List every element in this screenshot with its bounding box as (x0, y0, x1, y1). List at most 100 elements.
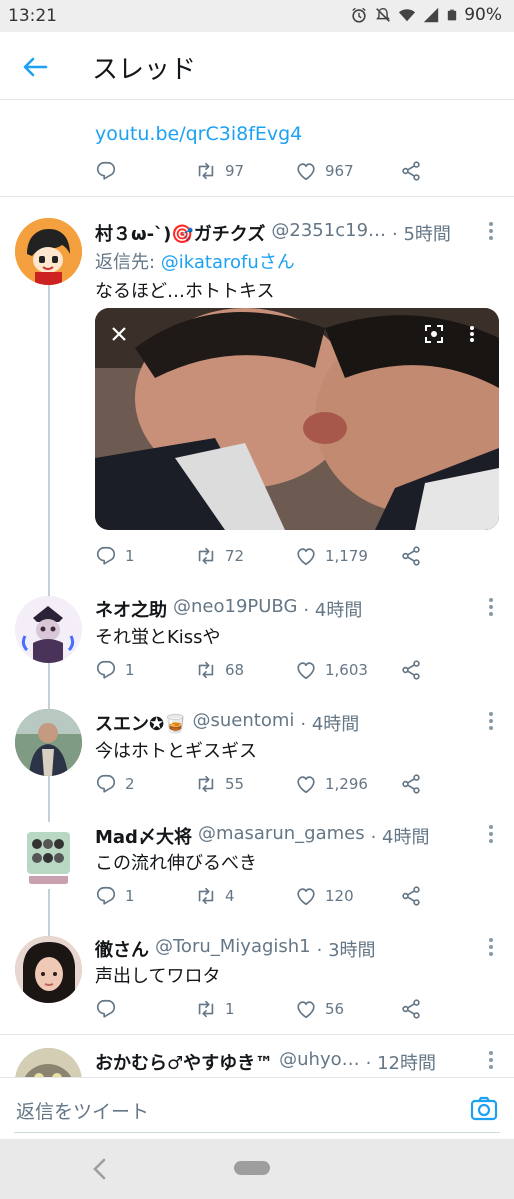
tweet-time[interactable]: · 5時間 (392, 220, 451, 246)
reply-button[interactable]: 1 (95, 659, 195, 681)
battery-level: 90% (464, 5, 502, 25)
retweet-button[interactable]: 97 (195, 160, 295, 182)
photo-more-icon[interactable] (469, 325, 475, 343)
share-button[interactable] (400, 998, 430, 1020)
retweet-button[interactable]: 4 (195, 885, 295, 907)
retweet-icon (198, 162, 214, 180)
tweet-header: おかむら♂やすゆき™ @uhyo… · 12時間 (95, 1049, 474, 1075)
display-name[interactable]: 村３ω-`)🎯ガチクズ (95, 220, 265, 246)
share-icon (402, 546, 420, 566)
reply-icon (96, 660, 116, 679)
avatar[interactable] (15, 936, 82, 1003)
back-arrow-icon[interactable] (20, 52, 50, 82)
tweet-actions: 1 56 (95, 998, 435, 1020)
top-tweet-actions: 97 967 (95, 160, 435, 182)
like-button[interactable]: 120 (295, 885, 400, 907)
reply-to-mention[interactable]: @ikatarofuさん (161, 252, 295, 273)
more-icon[interactable] (488, 825, 494, 843)
share-button[interactable] (400, 773, 430, 795)
tweet-actions: 2 55 1,296 (95, 773, 435, 795)
tweet-text: 声出してワロタ (95, 966, 221, 987)
like-button[interactable]: 1,603 (295, 659, 400, 681)
share-icon (402, 774, 420, 794)
user-handle[interactable]: @masarun_games (198, 823, 365, 849)
like-icon (297, 662, 315, 680)
display-name[interactable]: 徹さん (95, 936, 149, 962)
user-handle[interactable]: @neo19PUBG (173, 596, 297, 622)
user-handle[interactable]: @2351c19… (271, 220, 386, 246)
reply-button[interactable] (95, 160, 195, 182)
close-icon[interactable] (111, 326, 127, 342)
share-button[interactable] (400, 659, 430, 681)
retweet-button[interactable]: 68 (195, 659, 295, 681)
like-icon (297, 776, 315, 794)
more-icon[interactable] (488, 222, 494, 240)
tweet-time[interactable]: · 12時間 (366, 1049, 436, 1075)
retweet-button[interactable]: 55 (195, 773, 295, 795)
avatar-illustration (15, 218, 82, 285)
retweet-button[interactable]: 1 (195, 998, 295, 1020)
share-button[interactable] (400, 885, 430, 907)
scan-icon[interactable] (425, 325, 443, 343)
retweet-button[interactable]: 72 (195, 545, 295, 567)
avatar-photo (15, 936, 82, 1003)
status-icons: 90% (350, 5, 502, 25)
tweet-time[interactable]: · 3時間 (317, 936, 376, 962)
avatar-illustration (15, 596, 82, 663)
reply-button[interactable] (95, 998, 195, 1020)
camera-icon[interactable] (470, 1094, 498, 1122)
tweet-time[interactable]: · 4時間 (300, 710, 359, 736)
share-button[interactable] (400, 160, 430, 182)
avatar[interactable] (15, 709, 82, 776)
avatar[interactable] (15, 218, 82, 285)
tweet-header: スエン✪🥃 @suentomi · 4時間 (95, 710, 474, 736)
tweet-header: Mad〆大将 @masarun_games · 4時間 (95, 823, 474, 849)
user-handle[interactable]: @Toru_Miyagish1 (155, 936, 311, 962)
more-icon[interactable] (488, 1051, 494, 1069)
status-bar: 13:21 90% (0, 0, 514, 32)
reply-button[interactable]: 2 (95, 773, 195, 795)
like-icon (297, 1001, 315, 1019)
more-icon[interactable] (488, 598, 494, 616)
tweet-header: 村３ω-`)🎯ガチクズ @2351c19… · 5時間 (95, 220, 474, 246)
user-handle[interactable]: @suentomi (193, 710, 295, 736)
share-button[interactable] (400, 545, 430, 567)
display-name[interactable]: おかむら♂やすゆき™ (95, 1049, 273, 1075)
reply-icon (96, 161, 116, 180)
system-back-icon[interactable] (90, 1157, 110, 1181)
home-pill[interactable] (234, 1161, 270, 1175)
tweet-text: 今はホトとギスギス (95, 741, 257, 762)
reply-button[interactable]: 1 (95, 545, 195, 567)
display-name[interactable]: スエン✪🥃 (95, 710, 187, 736)
display-name[interactable]: ネオ之助 (95, 596, 167, 622)
reply-button[interactable]: 1 (95, 885, 195, 907)
like-button[interactable]: 967 (295, 160, 400, 182)
divider (0, 196, 514, 197)
like-icon (297, 888, 315, 906)
like-button[interactable]: 1,296 (295, 773, 400, 795)
retweet-icon (198, 775, 214, 793)
share-icon (402, 999, 420, 1019)
more-icon[interactable] (488, 938, 494, 956)
battery-icon (448, 9, 457, 21)
reply-to-line: 返信先: @ikatarofuさん (95, 252, 295, 273)
tweet-actions: 1 4 120 (95, 885, 435, 907)
app-bar: スレッド (0, 32, 514, 100)
tweet-time[interactable]: · 4時間 (371, 823, 430, 849)
share-icon (402, 161, 420, 181)
reply-input[interactable]: 返信をツイート (16, 1097, 149, 1124)
like-button[interactable]: 1,179 (295, 545, 400, 567)
reply-icon (96, 999, 116, 1018)
reply-composer[interactable]: 返信をツイート (0, 1077, 514, 1139)
like-button[interactable]: 56 (295, 998, 400, 1020)
user-handle[interactable]: @uhyo… (279, 1049, 359, 1075)
avatar[interactable] (15, 822, 82, 889)
avatar[interactable] (15, 596, 82, 663)
tweet-photo[interactable] (95, 308, 499, 530)
tweet-link[interactable]: youtu.be/qrC3i8fEvg4 (95, 123, 302, 145)
display-name[interactable]: Mad〆大将 (95, 823, 192, 849)
retweet-icon (198, 1000, 214, 1018)
alarm-icon (352, 7, 366, 23)
tweet-time[interactable]: · 4時間 (303, 596, 362, 622)
more-icon[interactable] (488, 712, 494, 730)
